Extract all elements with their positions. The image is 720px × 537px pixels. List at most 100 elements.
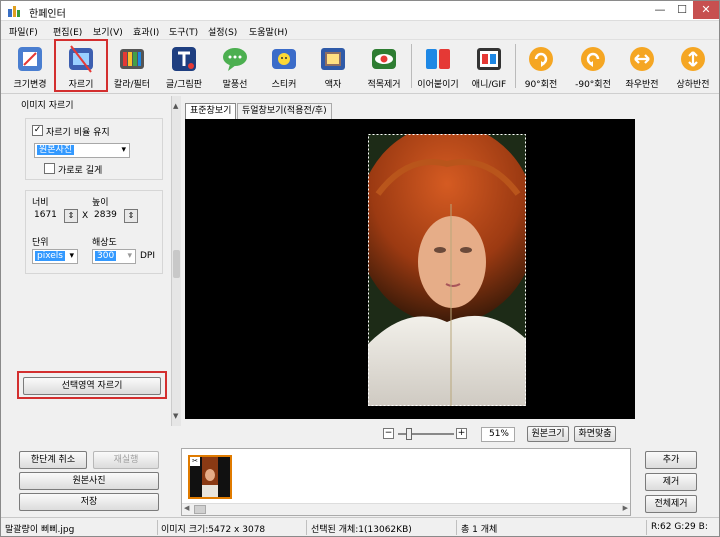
menu-file[interactable]: 파일(F)	[9, 25, 38, 38]
menu-tools[interactable]: 도구(T)	[169, 25, 198, 38]
tool-rotate-minus-90[interactable]: -90°회전	[566, 42, 620, 92]
zoom-in-button[interactable]: +	[456, 428, 467, 439]
tool-resize[interactable]: 크기변경	[3, 42, 57, 92]
zoom-slider-thumb[interactable]	[405, 428, 412, 440]
height-field[interactable]: 2839	[92, 209, 122, 224]
crop-tool-highlight	[54, 39, 108, 92]
chevron-down-icon: ▾	[69, 251, 74, 261]
tool-flip-vertical[interactable]: 상하반전	[666, 42, 720, 92]
tool-color-filter[interactable]: 칼라/필터	[105, 42, 159, 92]
tab-standard-view[interactable]: 표준창보기	[185, 103, 237, 119]
tool-flip-horizontal[interactable]: 좌우반전	[615, 42, 669, 92]
remove-all-button[interactable]: 전체제거	[645, 495, 697, 513]
ratio-group: ✓ 자르기 비율 유지 원본사진 ▾ 가로로 길게	[25, 118, 163, 180]
color-filter-icon	[120, 49, 144, 69]
landscape-checkbox[interactable]	[44, 163, 55, 174]
height-spinner[interactable]: ⇕	[124, 209, 138, 223]
original-size-button[interactable]: 원본크기	[527, 426, 569, 442]
zoom-out-button[interactable]: −	[383, 428, 394, 439]
status-total: 총 1 개체	[461, 525, 498, 535]
title-bar: 한페인터 — ☐ ✕	[1, 1, 719, 21]
redo-button[interactable]: 재실행	[93, 451, 159, 469]
thumbnail-scrollbar[interactable]: ◀ ▶	[182, 503, 630, 515]
height-label: 높이	[92, 198, 109, 208]
original-photo-button[interactable]: 원본사진	[19, 472, 159, 490]
scroll-left-icon: ◀	[184, 504, 190, 512]
tool-merge[interactable]: 이어붙이기	[411, 42, 465, 92]
zoom-bar: − + 51% 원본크기 화면맞춤	[371, 425, 631, 443]
anim-gif-icon	[477, 48, 501, 70]
flip-vertical-icon	[681, 47, 705, 71]
app-logo-icon	[8, 6, 20, 17]
thumbnail-item[interactable]: ✂	[188, 455, 232, 499]
status-selected: 선택된 개체:1(13062KB)	[311, 525, 412, 535]
menu-effects[interactable]: 효과(I)	[133, 25, 159, 38]
thumbnail-strip: ✂ ◀ ▶	[181, 448, 631, 516]
menu-bar: 파일(F) 편집(E) 보기(V) 효과(I) 도구(T) 설정(S) 도움말(…	[1, 22, 719, 40]
dpi-label: 해상도	[92, 238, 117, 248]
width-label: 너비	[32, 198, 49, 208]
resize-icon	[18, 47, 42, 71]
toolbar: 크기변경 자르기 칼라/필터 글/그림판 말풍선 스티커 액자 적목제거 이어붙…	[1, 39, 720, 94]
save-button[interactable]: 저장	[19, 493, 159, 511]
keep-ratio-checkbox[interactable]: ✓	[32, 125, 43, 136]
maximize-button[interactable]: ☐	[671, 1, 693, 19]
tool-frame[interactable]: 액자	[306, 42, 360, 92]
tool-speech-bubble[interactable]: 말풍선	[208, 42, 262, 92]
chevron-down-icon: ▾	[121, 145, 126, 155]
crop-panel-title: 이미지 자르기	[21, 101, 74, 111]
width-spinner[interactable]: ⇕	[64, 209, 78, 223]
size-group: 너비 높이 1671 ⇕ X 2839 ⇕ 단위 해상도 pixels ▾ 300…	[25, 190, 163, 274]
red-eye-icon	[372, 49, 396, 69]
tool-rotate-90[interactable]: 90°회전	[514, 42, 568, 92]
tab-dual-view[interactable]: 듀얼창보기(적용전/후)	[237, 103, 332, 119]
photo-preview[interactable]	[368, 134, 526, 406]
panel-splitter[interactable]: ▲ ▼	[171, 96, 181, 426]
status-separator	[157, 520, 158, 535]
app-title: 한페인터	[29, 9, 66, 20]
status-bar: 말괄량이 삐삐.jpg 이미지 크기:5472 x 3078 선택된 개체:1(…	[1, 517, 719, 537]
status-separator	[456, 520, 457, 535]
crop-panel: 이미지 자르기 ✓ 자르기 비율 유지 원본사진 ▾ 가로로 길게 너비 높이 1…	[1, 96, 179, 442]
rotate-ccw-icon	[581, 47, 605, 71]
status-filename: 말괄량이 삐삐.jpg	[5, 525, 75, 535]
splitter-handle[interactable]	[173, 250, 180, 278]
menu-help[interactable]: 도움말(H)	[249, 25, 288, 38]
menu-view[interactable]: 보기(V)	[93, 25, 123, 38]
zoom-slider-track[interactable]	[398, 428, 454, 440]
frame-icon	[321, 48, 345, 70]
close-button[interactable]: ✕	[693, 1, 719, 19]
ratio-select[interactable]: 원본사진 ▾	[34, 143, 130, 158]
minimize-button[interactable]: —	[649, 1, 671, 19]
tool-sticker[interactable]: 스티커	[257, 42, 311, 92]
remove-button[interactable]: 제거	[645, 473, 697, 491]
landscape-label: 가로로 길게	[58, 166, 103, 176]
undo-button[interactable]: 한단계 취소	[19, 451, 87, 469]
menu-edit[interactable]: 편집(E)	[53, 25, 82, 38]
status-image-size: 이미지 크기:5472 x 3078	[161, 525, 266, 535]
tool-anim-gif[interactable]: 애니/GIF	[462, 42, 516, 92]
tool-text-draw[interactable]: 글/그림판	[157, 42, 211, 92]
size-separator: X	[82, 211, 89, 221]
rotate-cw-icon	[529, 47, 553, 71]
scroll-up-icon: ▲	[173, 102, 179, 110]
status-rgb: R:62 G:29 B:	[651, 522, 708, 532]
fit-screen-button[interactable]: 화면맞춤	[574, 426, 616, 442]
app-window: 한페인터 — ☐ ✕ 파일(F) 편집(E) 보기(V) 효과(I) 도구(T)…	[0, 0, 720, 537]
keep-ratio-label: 자르기 비율 유지	[46, 128, 110, 138]
crop-badge-icon: ✂	[190, 457, 200, 466]
add-button[interactable]: 추가	[645, 451, 697, 469]
unit-select[interactable]: pixels ▾	[32, 249, 78, 264]
scroll-down-icon: ▼	[173, 412, 179, 420]
dpi-select[interactable]: 300 ▾	[92, 249, 136, 264]
flip-horizontal-icon	[630, 47, 654, 71]
width-field[interactable]: 1671	[32, 209, 62, 224]
crop-selection-button[interactable]: 선택영역 자르기	[23, 377, 161, 395]
text-draw-icon	[172, 47, 196, 71]
menu-settings[interactable]: 설정(S)	[208, 25, 237, 38]
tool-red-eye[interactable]: 적목제거	[357, 42, 411, 92]
unit-label: 단위	[32, 238, 49, 248]
zoom-percent-field[interactable]: 51%	[481, 427, 515, 442]
scrollbar-thumb[interactable]	[194, 505, 206, 514]
status-separator	[646, 520, 647, 535]
